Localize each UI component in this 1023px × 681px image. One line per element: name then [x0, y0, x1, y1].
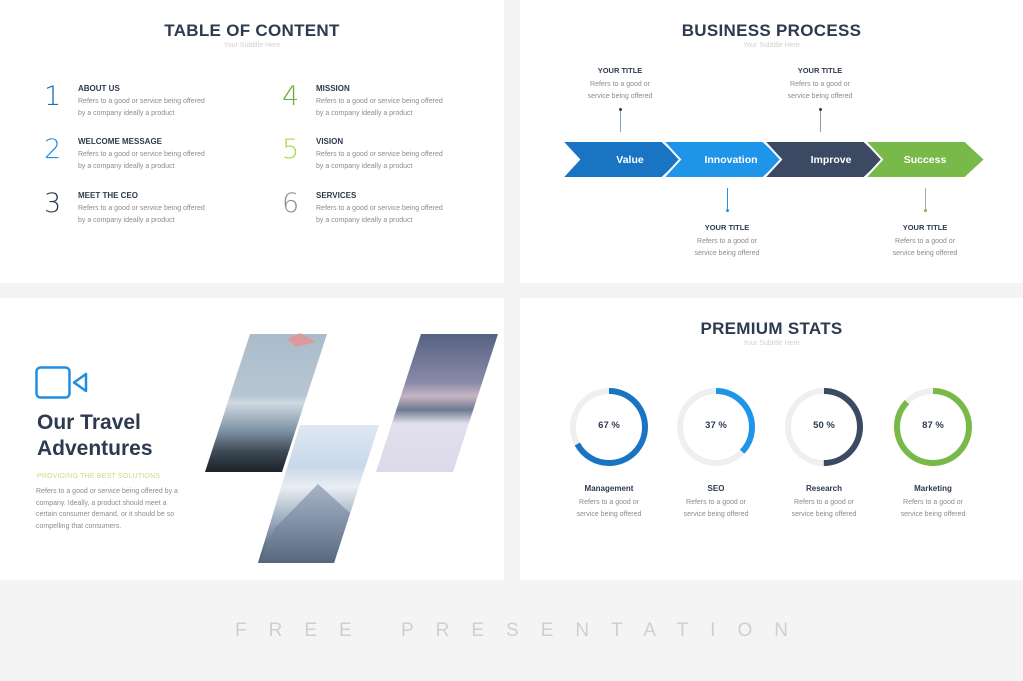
- connector-dot: [924, 209, 927, 212]
- toc-item-desc: Refers to a good or service being offere…: [316, 151, 443, 170]
- stat-percent: 67 %: [598, 420, 620, 431]
- toc-item-desc: Refers to a good or service being offere…: [316, 98, 443, 117]
- stat-name: Marketing: [914, 484, 952, 493]
- toc-item: 5 VISION Refers to a good or service bei…: [282, 134, 482, 177]
- toc-item: 4 MISSION Refers to a good or service be…: [282, 81, 482, 124]
- toc-item: 3 MEET THE CEO Refers to a good or servi…: [44, 188, 244, 231]
- slide-table-of-content: TABLE OF CONTENT Your Subtitle Here 1 AB…: [0, 0, 504, 283]
- slide-travel-adventures: Our Travel Adventures PROVIDING THE BEST …: [0, 298, 504, 580]
- stat-item: 37 % SEO Refers to a good or service bein…: [661, 386, 771, 520]
- toc-number: 1: [44, 81, 62, 112]
- toc-number: 4: [282, 81, 300, 112]
- toc-item-title: ABOUT US: [78, 84, 120, 93]
- stat-desc: Refers to a good or service being offered: [791, 499, 857, 518]
- toc-number: 3: [44, 188, 62, 219]
- toc-number: 5: [282, 134, 300, 165]
- photo-collage: [205, 333, 498, 563]
- stat-desc: Refers to a good or service being offered: [576, 499, 642, 518]
- process-note-title: YOUR TITLE: [704, 223, 750, 232]
- process-note-innovation: YOUR TITLE Refers to a good or service be…: [672, 223, 782, 259]
- slide-title: TABLE OF CONTENT: [164, 21, 340, 40]
- toc-item: 2 WELCOME MESSAGE Refers to a good or se…: [44, 134, 244, 177]
- process-note-title: YOUR TITLE: [902, 223, 948, 232]
- stat-name: Management: [584, 484, 634, 493]
- toc-item-title: SERVICES: [316, 191, 357, 200]
- toc-number: 6: [282, 188, 300, 219]
- toc-item: 1 ABOUT US Refers to a good or service b…: [44, 81, 244, 124]
- toc-item-desc: Refers to a good or service being offere…: [78, 98, 205, 117]
- stat-desc: Refers to a good or service being offered: [900, 499, 966, 518]
- toc-item-desc: Refers to a good or service being offere…: [78, 151, 205, 170]
- toc-item-title: MEET THE CEO: [78, 191, 139, 200]
- toc-item-desc: Refers to a good or service being offere…: [78, 205, 205, 224]
- stat-percent: 87 %: [922, 420, 944, 431]
- stat-percent: 37 %: [705, 420, 727, 431]
- connector-line: [924, 188, 927, 212]
- toc-item-title: VISION: [316, 137, 344, 146]
- stat-percent: 50 %: [813, 420, 835, 431]
- stat-item: 87 % Marketing Refers to a good or servic…: [878, 386, 988, 520]
- process-note-desc: Refers to a good or service being offered: [694, 238, 760, 257]
- toc-number: 2: [44, 134, 62, 165]
- process-step-label: Innovation: [704, 154, 758, 166]
- toc-item-title: MISSION: [316, 84, 350, 93]
- connector-line: [726, 188, 729, 212]
- process-note-desc: Refers to a good or service being offered: [892, 238, 958, 257]
- toc-item-desc: Refers to a good or service being offere…: [316, 205, 443, 224]
- footer-caption: FREE PRESENTATION: [235, 620, 810, 641]
- toc-item: 6 SERVICES Refers to a good or service b…: [282, 188, 482, 231]
- slide-title: PREMIUM STATS: [700, 319, 843, 338]
- toc-item-title: WELCOME MESSAGE: [78, 137, 163, 146]
- stat-name: Research: [805, 484, 843, 493]
- process-step-label: Value: [616, 154, 644, 166]
- winter-field-dusk-photo: [376, 334, 498, 472]
- slide-subtitle: Your Subtitle Here: [743, 340, 800, 347]
- stat-item: 50 % Research Refers to a good or service…: [769, 386, 879, 520]
- slide-business-process: BUSINESS PROCESS Your Subtitle Here YOUR…: [520, 0, 1023, 283]
- slide-subtitle: Your Subtitle Here: [223, 42, 281, 49]
- stat-name: SEO: [707, 484, 725, 493]
- connector-dot: [726, 209, 729, 212]
- slide-premium-stats: PREMIUM STATS Your Subtitle Here 67 % Ma…: [520, 298, 1023, 580]
- stat-item: 67 % Management Refers to a good or servi…: [554, 386, 664, 520]
- stat-desc: Refers to a good or service being offered: [683, 499, 749, 518]
- process-step-label: Success: [903, 154, 947, 166]
- process-note-success: YOUR TITLE Refers to a good or service be…: [870, 223, 980, 259]
- process-step-label: Improve: [810, 154, 852, 166]
